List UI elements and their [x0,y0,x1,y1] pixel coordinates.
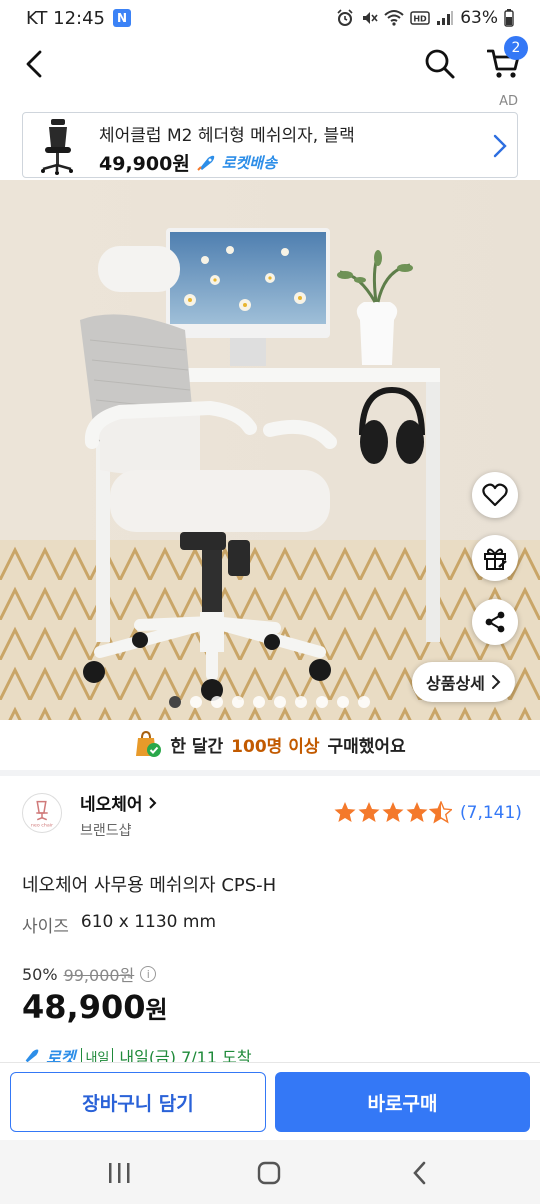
chevron-right-icon [493,134,507,158]
home-icon[interactable] [254,1160,284,1186]
ad-banner[interactable]: 체어클럽 M2 헤더형 메쉬의자, 블랙 49,900원 로켓배송 [22,112,518,178]
share-button[interactable] [472,599,518,645]
ad-price: 49,900원 [99,153,190,175]
gallery-dot[interactable] [190,696,202,708]
status-bar: KT 12:45 N HD 63% [0,0,540,36]
product-detail-button[interactable]: 상품상세 [412,662,515,702]
size-label: 사이즈 [22,917,69,937]
ad-delivery-label: 로켓배송 [221,154,278,172]
review-count: (7,141) [460,803,522,823]
purchase-suffix: 구매했어요 [327,736,406,757]
search-icon [425,49,455,79]
original-price: 99,000원 [63,966,135,985]
system-back-icon[interactable] [408,1160,434,1186]
shopping-bag-icon [136,730,162,757]
cart-count-badge: 2 [504,36,528,60]
recent-apps-icon[interactable] [104,1160,134,1186]
chevron-left-icon [26,50,42,78]
product-image-chair [0,180,540,720]
gallery-dot[interactable] [274,696,286,708]
wishlist-button[interactable] [472,472,518,518]
back-button[interactable] [18,46,50,82]
gift-icon [484,548,507,570]
product-image-gallery[interactable] [0,180,540,720]
discount-row: 50% 99,000원 i [22,962,157,986]
hd-icon: HD [410,11,430,25]
battery-percent: 63% [460,8,498,28]
buy-now-button[interactable]: 바로구매 [275,1072,530,1132]
mute-icon [363,12,378,24]
system-navigation-bar [0,1140,540,1204]
ad-price-row: 49,900원 로켓배송 [99,149,277,176]
price-info-icon[interactable]: i [140,966,157,982]
brand-logo-mark: neo chair [31,800,53,828]
battery-icon [504,9,514,27]
app-notification-icon: N [113,9,131,27]
status-right: HD 63% [336,8,514,28]
size-row: 사이즈 610 x 1130 mm [22,912,216,937]
size-value: 610 x 1130 mm [80,912,217,932]
share-icon [485,611,505,633]
carrier-time: KT 12:45 [26,7,105,29]
gallery-dot[interactable] [337,696,349,708]
chevron-right-icon [149,797,157,809]
rating-summary[interactable]: (7,141) [334,801,522,825]
product-detail-label: 상품상세 [426,674,485,693]
gallery-dot[interactable] [232,696,244,708]
ad-title: 체어클럽 M2 헤더형 메쉬의자, 블랙 [99,126,355,146]
brand-logo-text: neo chair [31,822,53,828]
alarm-icon [337,9,353,26]
gallery-dot[interactable] [211,696,223,708]
section-divider [0,770,540,776]
bottom-action-bar: 장바구니 담기 바로구매 [0,1062,540,1140]
brand-shop-label: 브랜드샵 [80,823,132,839]
svg-text:HD: HD [414,15,428,24]
purchase-count-banner: 한 달간 100명 이상 구매했어요 [0,726,540,762]
gallery-dot[interactable] [295,696,307,708]
gallery-dot[interactable] [253,696,265,708]
sale-price: 48,900원 [22,988,168,1026]
ad-label: AD [499,94,518,109]
top-nav [0,36,540,92]
status-left: KT 12:45 N [26,8,131,29]
sale-price-unit: 원 [145,996,168,1024]
gallery-dot[interactable] [316,696,328,708]
chevron-right-icon [491,675,501,689]
brand-logo[interactable]: neo chair [22,793,62,833]
gift-button[interactable] [472,535,518,581]
heart-icon [482,483,508,507]
gallery-pagination [169,696,370,708]
purchase-count: 100명 이상 [231,736,320,757]
purchase-prefix: 한 달간 [170,736,224,757]
gallery-dot[interactable] [169,696,181,708]
brand-name: 네오체어 [80,795,143,815]
star-rating-icon [334,801,452,824]
discount-rate: 50% [22,964,58,984]
sale-price-number: 48,900 [22,988,146,1026]
product-title: 네오체어 사무용 메쉬의자 CPS-H [22,875,277,896]
rocket-icon [197,155,215,171]
brand-name-link[interactable]: 네오체어 [80,790,157,815]
gallery-dot[interactable] [358,696,370,708]
ad-chair-thumbnail [41,119,73,175]
search-button[interactable] [420,44,460,84]
add-to-cart-button[interactable]: 장바구니 담기 [10,1072,266,1132]
wifi-icon [384,10,404,26]
signal-icon [437,11,454,25]
